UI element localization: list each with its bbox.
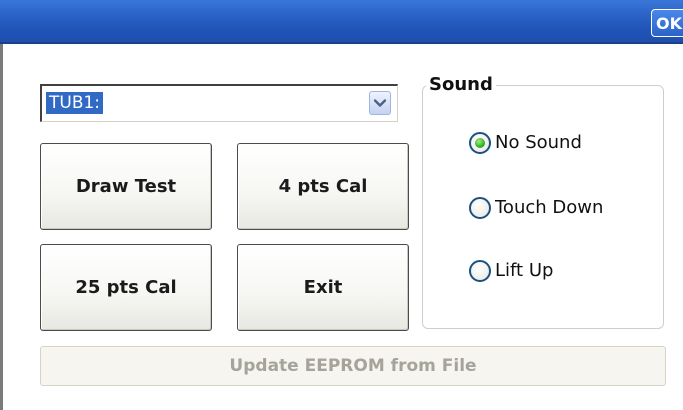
no-sound-label: No Sound [495,132,582,153]
lift-up-label: Lift Up [495,260,554,281]
four-pts-cal-button[interactable]: 4 pts Cal [237,143,409,230]
dropdown-button[interactable] [369,91,391,115]
window-left-border [0,44,3,410]
sound-groupbox-title: Sound [426,73,496,97]
chevron-down-icon [374,99,386,107]
port-select-value: TUB1: [46,92,104,114]
radio-unchecked-icon[interactable] [469,197,491,219]
calibration-window: OK TUB1: Draw Test 4 pts Cal 25 pts Cal … [0,0,683,410]
title-bar: OK [0,0,683,44]
twentyfive-pts-cal-button[interactable]: 25 pts Cal [40,244,212,331]
exit-button[interactable]: Exit [237,244,409,331]
ok-button[interactable]: OK [651,9,683,37]
touch-down-label: Touch Down [495,197,604,218]
radio-checked-icon[interactable] [469,132,491,154]
port-select[interactable]: TUB1: [40,84,398,122]
radio-unchecked-icon[interactable] [469,260,491,282]
update-eeprom-button[interactable]: Update EEPROM from File [40,346,666,386]
draw-test-button[interactable]: Draw Test [40,143,212,230]
